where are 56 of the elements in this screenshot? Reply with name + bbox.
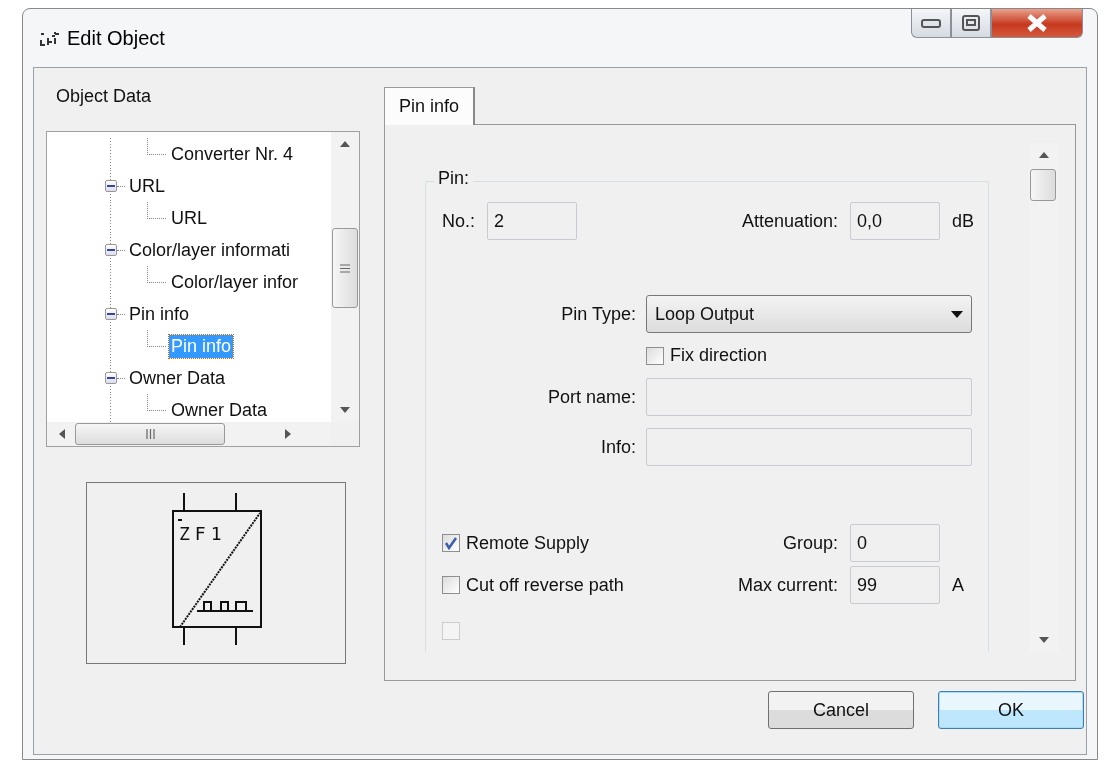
dialog-button[interactable]: OK	[938, 691, 1084, 729]
collapse-icon[interactable]	[105, 180, 117, 192]
field-label: Pin Type:	[560, 303, 636, 325]
tree-item[interactable]: Owner Data	[127, 366, 228, 390]
checkbox-label: Cut off reverse path	[466, 574, 624, 596]
close-button[interactable]	[991, 9, 1083, 38]
scroll-down-icon[interactable]	[1039, 637, 1049, 643]
field-label: No.:	[442, 210, 475, 232]
checkbox-label: Remote Supply	[466, 532, 590, 554]
field-label: Info:	[599, 436, 636, 458]
field-label: Max current:	[737, 574, 838, 596]
window-title: Edit Object	[67, 26, 165, 50]
dialog-button[interactable]: Cancel	[768, 691, 914, 729]
scroll-up-icon[interactable]	[340, 141, 350, 147]
close-icon	[1025, 14, 1049, 32]
scroll-left-icon[interactable]	[59, 429, 65, 439]
scroll-down-icon[interactable]	[340, 407, 350, 413]
group-field[interactable]: 0	[850, 524, 940, 562]
unit-label: A	[952, 574, 965, 596]
tab[interactable]: Pin info	[384, 87, 476, 125]
attenuation-field[interactable]: 0,0	[850, 202, 940, 240]
scroll-thumb[interactable]	[332, 228, 358, 308]
tree-item[interactable]: Owner Data	[169, 398, 270, 422]
tree-item[interactable]: URL	[169, 206, 209, 230]
checkbox-label: Fix direction	[670, 345, 768, 366]
caret-icon	[951, 310, 963, 318]
info-field[interactable]	[646, 428, 972, 466]
tree-item[interactable]: URL	[127, 174, 167, 198]
port-name-field[interactable]	[646, 378, 972, 416]
checkbox[interactable]	[442, 576, 460, 594]
scroll-up-icon[interactable]	[1039, 152, 1049, 158]
minimize-button[interactable]	[911, 9, 951, 38]
tree-item[interactable]: Converter Nr. 4	[169, 142, 296, 166]
tree-item[interactable]: Color/layer infor	[169, 270, 301, 294]
collapse-icon[interactable]	[105, 244, 117, 256]
number-field[interactable]: 2	[487, 202, 577, 240]
tree-item[interactable]: Pin info	[127, 302, 192, 326]
maximize-button[interactable]	[951, 9, 991, 38]
collapse-icon[interactable]	[105, 372, 117, 384]
scroll-thumb[interactable]	[75, 423, 225, 445]
checkbox[interactable]	[442, 534, 460, 552]
scroll-thumb[interactable]	[1030, 169, 1056, 201]
unit-label: dB	[952, 210, 972, 232]
checkbox[interactable]	[646, 346, 664, 365]
field-label: Port name:	[546, 386, 636, 408]
minimize-icon	[920, 17, 942, 29]
max-current-field[interactable]: 99	[850, 566, 940, 604]
section-label: Object Data	[56, 86, 153, 108]
field-label: Group:	[782, 532, 838, 554]
tree-item[interactable]: Color/layer informati	[127, 238, 293, 262]
scroll-right-icon[interactable]	[285, 429, 291, 439]
collapse-icon[interactable]	[105, 308, 117, 320]
pin-type-dropdown[interactable]: Loop Output	[646, 295, 972, 333]
maximize-icon	[961, 14, 981, 32]
field-label: Attenuation:	[741, 210, 838, 232]
vertical-scrollbar[interactable]	[331, 132, 359, 422]
